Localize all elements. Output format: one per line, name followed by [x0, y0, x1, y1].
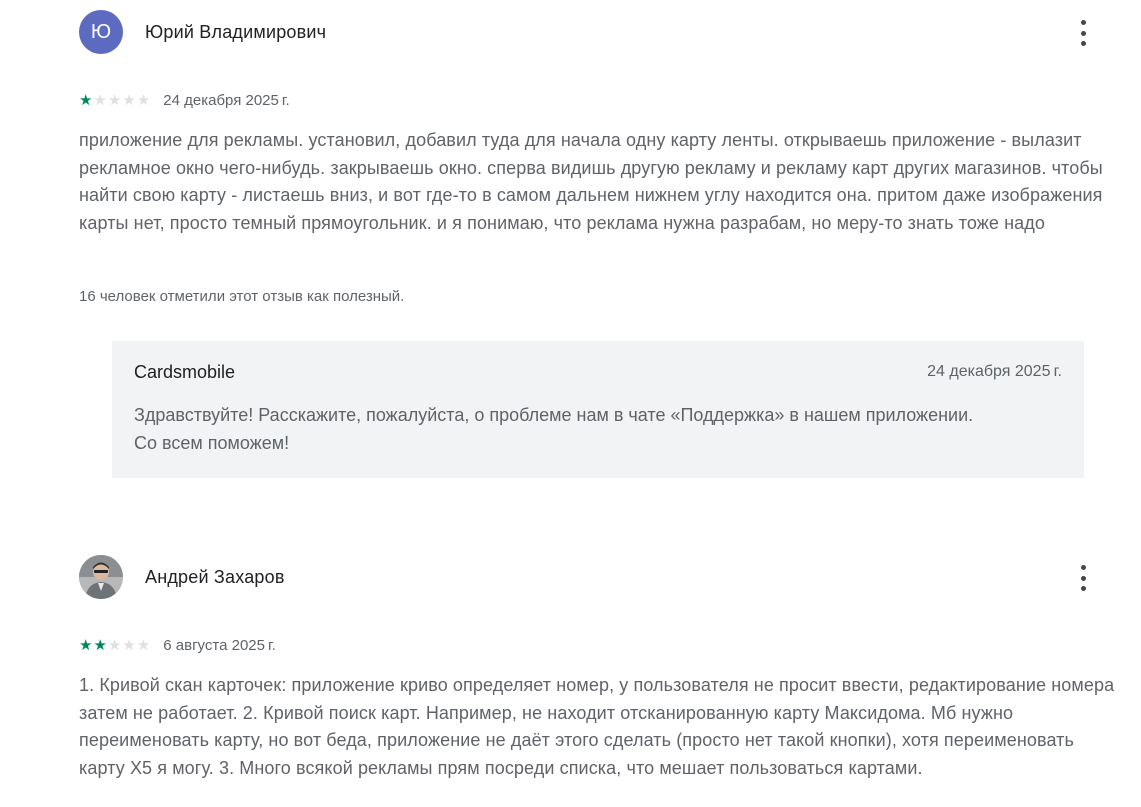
star-icon: ★	[136, 637, 151, 654]
review-text: 1. Кривой скан карточек: приложение крив…	[79, 675, 1115, 778]
review-author: Юрий Владимирович	[145, 22, 327, 42]
star-icon: ★	[107, 92, 122, 109]
reply-text: Здравствуйте! Расскажите, пожалуйста, о …	[134, 405, 974, 453]
developer-reply: Cardsmobile 24 декабря 2025 г. Здравству…	[112, 341, 1084, 478]
review-card: Андрей Захаров ★ ★ ★ ★ ★ 6 августа 2025 г. 1…	[79, 555, 1119, 778]
review-card: Ю Юрий Владимирович ★ ★ ★ ★ ★ 24 декабря 202…	[79, 10, 1119, 478]
star-icon: ★	[93, 637, 107, 654]
review-meta: ★ ★ ★ ★ ★ 6 августа 2025 г.	[79, 637, 276, 654]
review-header: Андрей Захаров	[79, 555, 1119, 600]
helpful-count: 16 человек отметили этот отзыв как полез…	[79, 288, 405, 305]
avatar	[79, 555, 123, 599]
star-icon: ★	[136, 92, 151, 109]
reply-date: 24 декабря 2025 г.	[927, 363, 1062, 380]
star-rating: ★ ★ ★ ★ ★	[79, 638, 151, 653]
avatar: Ю	[79, 10, 123, 54]
more-vert-icon[interactable]	[1071, 565, 1095, 591]
review-author: Андрей Захаров	[145, 567, 285, 587]
star-rating: ★ ★ ★ ★ ★	[79, 93, 151, 108]
star-icon: ★	[107, 637, 122, 654]
review-header: Ю Юрий Владимирович	[79, 10, 1119, 55]
review-meta: ★ ★ ★ ★ ★ 24 декабря 2025 г.	[79, 92, 290, 109]
star-icon: ★	[79, 637, 93, 654]
review-date: 6 августа 2025 г.	[163, 637, 276, 654]
star-icon: ★	[122, 637, 136, 654]
star-icon: ★	[79, 92, 93, 109]
avatar-photo-icon	[79, 555, 123, 599]
review-text: приложение для рекламы. установил, добав…	[79, 130, 1103, 233]
star-icon: ★	[122, 92, 136, 109]
star-icon: ★	[93, 92, 107, 109]
review-date: 24 декабря 2025 г.	[163, 92, 290, 109]
more-vert-icon[interactable]	[1071, 20, 1095, 46]
reply-author: Cardsmobile	[134, 362, 236, 382]
